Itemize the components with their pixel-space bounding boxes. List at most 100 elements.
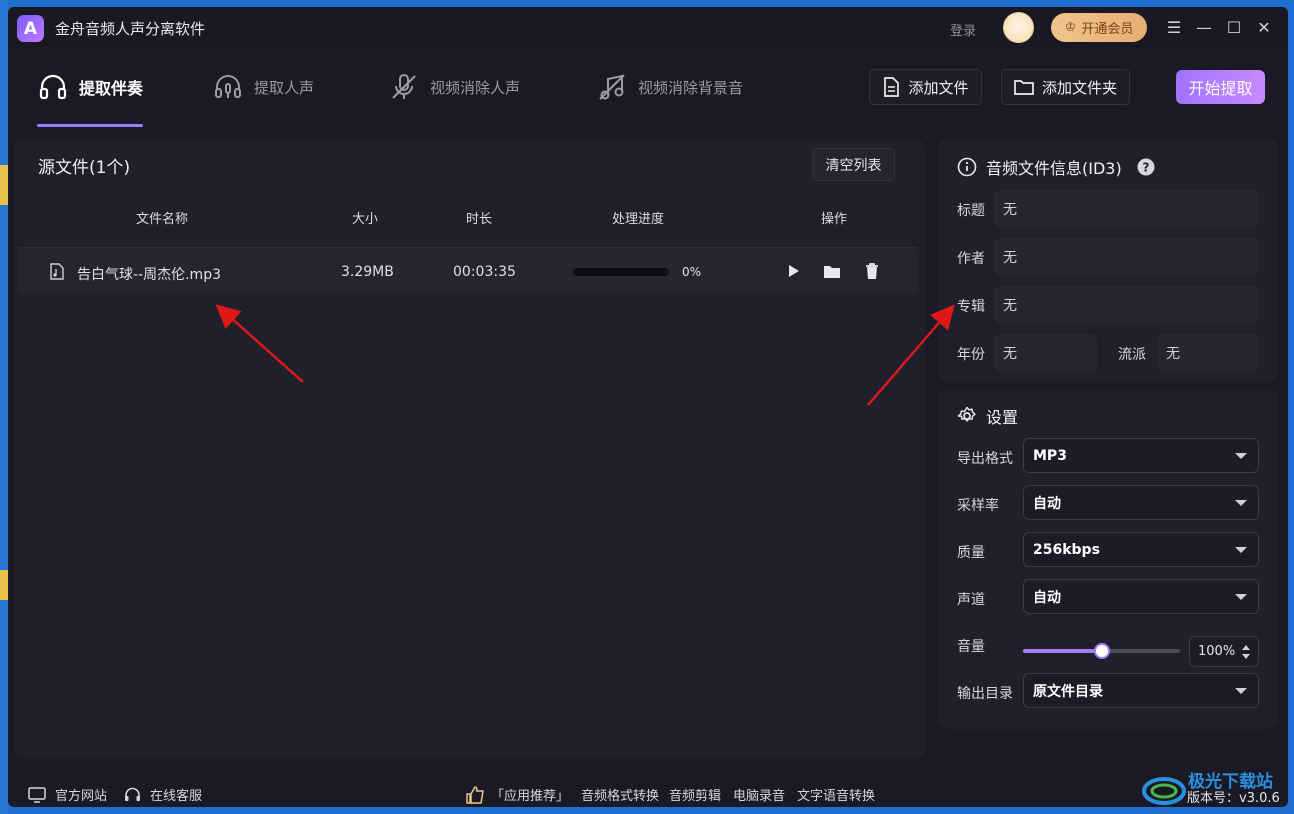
title-label: 标题: [957, 203, 985, 219]
info-icon: [957, 157, 977, 177]
channel-value: 自动: [1033, 589, 1061, 606]
artist-field[interactable]: 无: [994, 238, 1259, 275]
chevron-down-icon: [1235, 453, 1247, 459]
avatar[interactable]: [1003, 12, 1034, 43]
output-dir-value: 原文件目录: [1033, 683, 1103, 700]
settings-title: 设置: [986, 408, 1019, 427]
volume-label: 音量: [957, 639, 985, 655]
col-header-size: 大小: [352, 212, 379, 227]
col-header-name: 文件名称: [136, 212, 189, 227]
app-window: A 金舟音频人声分离软件 登录 ♔ 开通会员 ☰ — ☐ ✕ 提取伴奏 提取人声: [8, 7, 1288, 807]
year-label: 年份: [957, 347, 985, 363]
output-dir-select[interactable]: 原文件目录: [1023, 673, 1259, 708]
link-text-to-speech[interactable]: 文字语音转换: [797, 785, 875, 804]
mic-off-icon: [392, 74, 416, 99]
menu-icon[interactable]: ☰: [1163, 16, 1185, 38]
version-label: 版本号：v3.0.6: [1187, 791, 1280, 806]
app-title: 金舟音频人声分离软件: [55, 20, 206, 38]
sample-rate-value: 自动: [1033, 495, 1061, 512]
tab-label: 提取伴奏: [79, 79, 144, 98]
tab-video-remove-vocals[interactable]: 视频消除人声: [388, 69, 520, 105]
volume-slider[interactable]: [1023, 643, 1180, 659]
desktop-icon: [0, 165, 8, 205]
clear-list-button[interactable]: 清空列表: [812, 148, 895, 181]
chevron-down-icon: [1235, 547, 1247, 553]
website-link[interactable]: 官方网站: [28, 785, 107, 804]
add-file-button[interactable]: 添加文件: [869, 69, 982, 105]
chevron-down-icon: [1235, 500, 1247, 506]
monitor-icon: [28, 786, 46, 803]
maximize-icon[interactable]: ☐: [1223, 16, 1245, 38]
headphones-icon: [39, 74, 67, 100]
sample-rate-select[interactable]: 自动: [1023, 485, 1259, 520]
id3-title-row: 音频文件信息(ID3) ?: [957, 155, 1155, 179]
help-icon[interactable]: ?: [1137, 158, 1155, 176]
album-label: 专辑: [957, 299, 985, 315]
file-duration: 00:03:35: [453, 264, 516, 280]
col-header-progress: 处理进度: [612, 212, 665, 227]
album-field[interactable]: 无: [994, 286, 1259, 323]
volume-slider-handle[interactable]: [1093, 643, 1110, 659]
minimize-icon[interactable]: —: [1193, 16, 1215, 38]
website-label: 官方网站: [55, 789, 108, 804]
id3-title: 音频文件信息(ID3): [986, 159, 1122, 178]
quality-select[interactable]: 256kbps: [1023, 532, 1259, 567]
quality-value: 256kbps: [1033, 541, 1100, 558]
audio-file-icon: [50, 263, 64, 280]
add-folder-button[interactable]: 添加文件夹: [1001, 69, 1130, 105]
music-off-icon: [599, 74, 625, 100]
tab-extract-vocals[interactable]: 提取人声: [212, 69, 314, 105]
link-label: 电脑录音: [733, 789, 786, 804]
volume-stepper[interactable]: 100%: [1189, 636, 1259, 667]
tab-extract-accompaniment[interactable]: 提取伴奏: [37, 69, 143, 105]
format-select[interactable]: MP3: [1023, 438, 1259, 473]
link-label: 文字语音转换: [797, 789, 876, 804]
genre-label: 流派: [1118, 347, 1146, 363]
link-audio-convert[interactable]: 音频格式转换: [581, 785, 659, 804]
file-icon: [884, 77, 900, 97]
volume-value: 100%: [1198, 644, 1236, 659]
file-size: 3.29MB: [341, 264, 394, 280]
chevron-down-icon: [1235, 688, 1247, 694]
start-extract-button[interactable]: 开始提取: [1176, 70, 1265, 104]
artist-label: 作者: [957, 251, 985, 267]
open-folder-icon[interactable]: [823, 262, 841, 280]
close-icon[interactable]: ✕: [1253, 16, 1275, 38]
table-divider: [18, 247, 917, 248]
title-field[interactable]: 无: [994, 190, 1259, 227]
sample-rate-label: 采样率: [957, 498, 999, 514]
link-pc-record[interactable]: 电脑录音: [733, 785, 785, 804]
login-link[interactable]: 登录: [950, 20, 976, 39]
progress-bar: [573, 268, 669, 276]
progress-label: 0%: [682, 265, 702, 279]
volume-slider-fill: [1023, 649, 1102, 653]
tab-label: 视频消除背景音: [638, 78, 744, 97]
tab-video-remove-background[interactable]: 视频消除背景音: [596, 69, 743, 105]
output-dir-label: 输出目录: [957, 686, 1013, 702]
crown-icon: ♔: [1064, 20, 1077, 35]
stepper-arrows-icon[interactable]: [1241, 644, 1251, 660]
settings-title-row: 设置: [957, 404, 1018, 428]
tab-label: 视频消除人声: [430, 78, 521, 97]
file-name: 告白气球--周杰伦.mp3: [77, 267, 221, 283]
channel-select[interactable]: 自动: [1023, 579, 1259, 614]
desktop-edge: [0, 0, 8, 814]
folder-icon: [1014, 80, 1034, 95]
add-file-label: 添加文件: [908, 78, 969, 97]
trash-icon[interactable]: [863, 262, 881, 280]
tab-label: 提取人声: [254, 78, 315, 97]
source-file-panel: [14, 139, 925, 759]
year-field[interactable]: 无: [994, 334, 1097, 371]
vip-button[interactable]: ♔ 开通会员: [1051, 13, 1147, 42]
gear-icon: [957, 406, 976, 422]
svg-text:?: ?: [1142, 161, 1149, 175]
headphones-mic-icon: [215, 75, 241, 98]
format-value: MP3: [1033, 447, 1067, 464]
play-icon[interactable]: [784, 262, 802, 280]
tab-underline: [37, 124, 143, 127]
link-audio-edit[interactable]: 音频剪辑: [669, 785, 721, 804]
support-link[interactable]: 在线客服: [124, 785, 202, 804]
genre-field[interactable]: 无: [1157, 334, 1259, 371]
app-logo: A: [17, 15, 44, 42]
link-label: 音频格式转换: [581, 789, 660, 804]
